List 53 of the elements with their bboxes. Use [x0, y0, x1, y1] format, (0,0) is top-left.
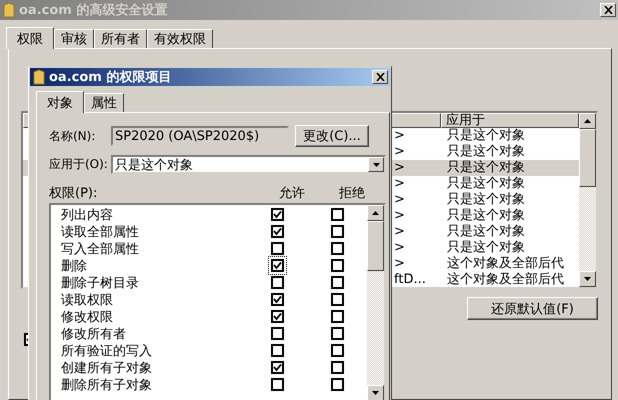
window-title: oa.com 的高级安全设置: [19, 2, 168, 19]
permission-name: 读取全部属性: [60, 224, 140, 240]
scrollbar[interactable]: [367, 205, 384, 400]
scroll-up-button[interactable]: [579, 113, 596, 129]
scroll-thumb[interactable]: [367, 221, 384, 271]
folder-icon: [33, 69, 45, 86]
permission-name: 读取权限: [60, 292, 114, 308]
column-header[interactable]: 应用于: [441, 113, 579, 128]
permission-name: 写入全部属性: [60, 240, 140, 258]
down-arrow-icon: [372, 162, 380, 166]
scrollbar[interactable]: [579, 113, 596, 287]
scroll-down-button[interactable]: [367, 385, 384, 400]
dropdown-button[interactable]: [368, 157, 384, 172]
up-arrow-icon: [584, 119, 591, 123]
down-arrow-icon: [584, 277, 591, 281]
scroll-up-button[interactable]: [367, 205, 384, 221]
close-icon: [604, 6, 612, 14]
check-icon: [272, 261, 282, 270]
allow-header: 允许: [278, 185, 306, 202]
tab[interactable]: 权限: [6, 27, 54, 49]
scroll-down-button[interactable]: [579, 271, 596, 287]
apply-dropdown[interactable]: 只是这个对象: [111, 155, 386, 174]
change-button[interactable]: 更改(C)...: [295, 125, 369, 147]
permission-name: 修改所有者: [60, 326, 127, 342]
deny-header: 拒绝: [338, 185, 366, 202]
allow-checkbox[interactable]: [268, 256, 286, 275]
restore-defaults-button[interactable]: 还原默认值(F): [467, 297, 598, 320]
down-arrow-icon: [372, 391, 379, 395]
scroll-thumb[interactable]: [579, 129, 596, 187]
permission-name: 所有验证的写入: [60, 342, 153, 360]
close-button[interactable]: [600, 3, 616, 17]
folder-icon: [3, 2, 15, 18]
permission-name: 修改权限: [60, 308, 114, 326]
tab[interactable]: 属性: [84, 93, 124, 112]
close-button[interactable]: [372, 70, 388, 84]
close-icon: [376, 73, 384, 82]
apply-label: 应用于(O):: [49, 156, 107, 173]
permission-name: 删除所有子对象: [60, 376, 153, 394]
permission-name: 创建所有子对象: [60, 360, 153, 376]
dialog-title: oa.com 的权限项目: [49, 69, 172, 86]
permission-name: 列出内容: [60, 206, 114, 224]
permissions-label: 权限(P):: [49, 185, 98, 202]
tab[interactable]: 有效权限: [147, 29, 213, 48]
name-field: SP2020 (OA\SP2020$): [111, 126, 289, 146]
permissions-list[interactable]: 列出内容 读取全部属性 写入全部属性 删除 删除子树目录 读取权限 修改权限 修改所有者 所有验证的写入 创建所有子对象 删除所有子对象: [49, 203, 386, 400]
up-arrow-icon: [372, 211, 379, 215]
tab[interactable]: 审核: [54, 29, 94, 48]
check-icon: [272, 363, 282, 372]
permission-name: 删除子树目录: [60, 274, 140, 292]
tab[interactable]: 对象: [36, 91, 84, 113]
tab[interactable]: 所有者: [94, 29, 147, 48]
name-label: 名称(N):: [49, 128, 96, 144]
permission-name: 删除: [60, 258, 88, 274]
